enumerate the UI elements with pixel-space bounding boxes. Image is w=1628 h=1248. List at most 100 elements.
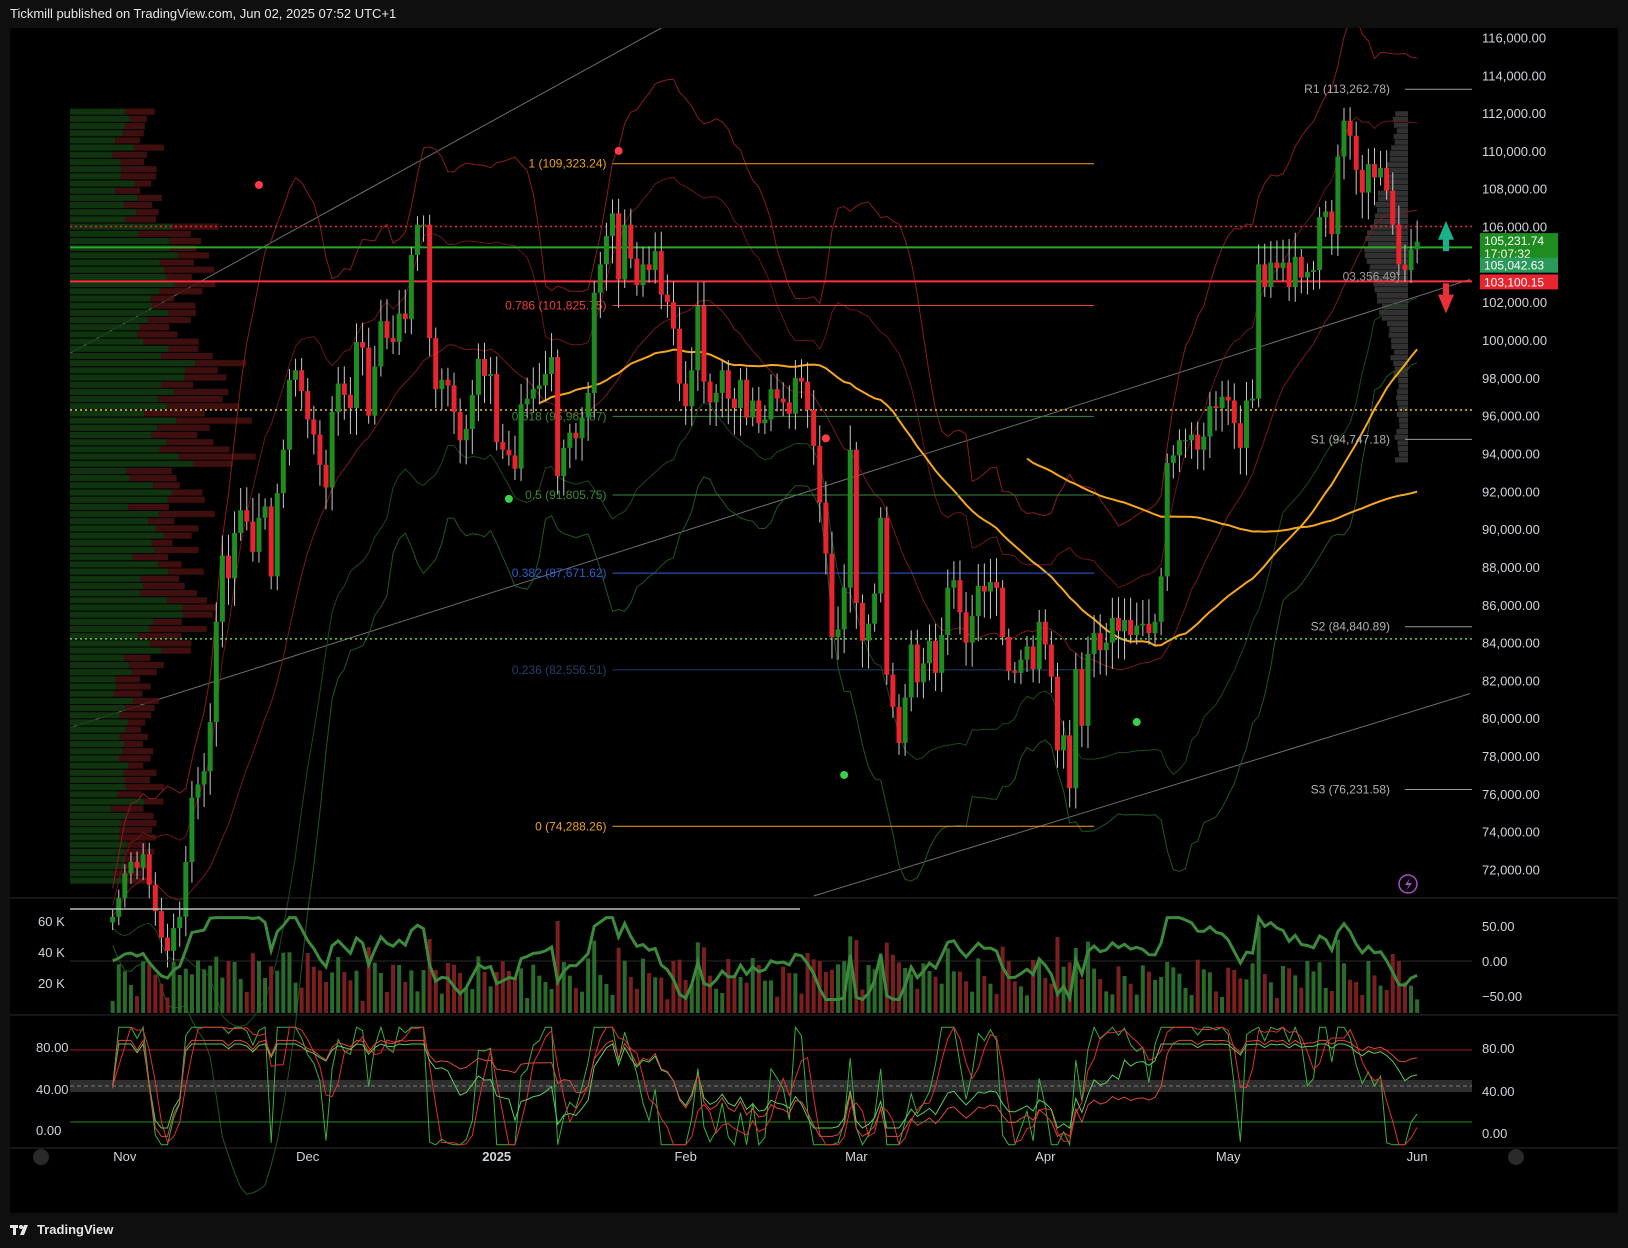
time-axis-label: Feb [674, 1149, 696, 1164]
candle-up [177, 916, 183, 929]
publish-header: Tickmill published on TradingView.com, J… [10, 6, 397, 21]
volume-profile-bar-buy [70, 403, 167, 410]
candle-up [908, 644, 914, 698]
price-tick-label: 86,000.00 [1482, 598, 1540, 613]
volume-bar [1323, 988, 1328, 1013]
session-profile-bar [1397, 389, 1408, 395]
volume-profile-bar-buy [70, 216, 126, 223]
volume-profile-bar-buy [70, 252, 179, 259]
price-tick-label: 108,000.00 [1482, 182, 1547, 197]
candle-up [488, 374, 494, 376]
chart-panel[interactable]: 116,000.00 114,000.00 112,000.00 110,000.00… [10, 28, 1618, 1213]
volume-bar [732, 974, 737, 1013]
candle-down [494, 374, 500, 443]
volume-profile-bar-buy [70, 309, 168, 316]
candle-up [421, 224, 427, 226]
volume-profile-bar-buy [70, 518, 149, 525]
volume-bar [360, 1001, 365, 1013]
candle-down [445, 379, 451, 386]
volume-profile-bar-sell [154, 546, 199, 554]
volume-bar [653, 977, 658, 1013]
fibonacci-retracement: 1 (109,323.24)0.786 (101,825.75)0.618 (9… [505, 157, 1095, 833]
candle-up [1170, 455, 1176, 463]
volume-profile-bar-buy [70, 841, 127, 848]
price-label-value: 103,100.15 [1484, 275, 1544, 289]
volume-profile-bar-buy [70, 201, 125, 209]
volume-profile-bar-buy [70, 352, 162, 360]
volume-profile-bar-buy [70, 510, 160, 518]
volume-profile-bar-buy [70, 819, 121, 827]
volume-bar [378, 973, 383, 1013]
volume-profile-bar-sell [142, 338, 199, 345]
volume-profile-bar-buy [70, 482, 154, 489]
volume-bar [1079, 979, 1084, 1013]
volume-bar [769, 980, 773, 1013]
volume-bar [1281, 966, 1286, 1013]
candle-down [384, 321, 390, 339]
volume-bar [1006, 961, 1011, 1013]
candle-down [500, 442, 506, 450]
volume-profile-bar-sell [124, 740, 143, 748]
volume-profile-bar-sell [153, 618, 182, 625]
candle-up [969, 616, 975, 643]
candle-up [1024, 646, 1030, 660]
candle-up [293, 370, 299, 380]
candle-down [1195, 434, 1201, 450]
candle-down [1371, 164, 1377, 178]
volume-bar [409, 970, 414, 1013]
candle-up [262, 506, 268, 518]
chart-canvas[interactable]: 116,000.00 114,000.00 112,000.00 110,000.00… [10, 28, 1618, 1213]
volume-profile-bar-sell [132, 554, 169, 561]
volume-profile [70, 108, 1408, 884]
candle-down [683, 383, 689, 407]
volume-bar [177, 975, 182, 1013]
volume-profile-bar-sell [159, 510, 215, 518]
volume-profile-bar-sell [122, 130, 144, 137]
price-tick-label: 110,000.00 [1482, 144, 1546, 159]
volume-bar [787, 973, 792, 1013]
volume-bar [829, 969, 834, 1013]
volume-profile-bar-sell [159, 446, 230, 453]
volume-profile-bar-sell [150, 295, 175, 302]
candle-down [859, 602, 865, 641]
pivot-label: S2 (84,840.89) [1311, 620, 1390, 634]
candle-down [250, 521, 256, 552]
bb-lower-outer [112, 362, 1418, 1195]
volume-bar [665, 999, 670, 1013]
session-profile-bar [1398, 417, 1408, 423]
alert-lightning-icon-glyph [1405, 878, 1412, 891]
session-profile-bar [1397, 445, 1408, 452]
volume-bar [1287, 968, 1292, 1013]
volume-profile-bar-sell [166, 403, 240, 410]
volume-bar [305, 953, 310, 1013]
candle-up [872, 593, 878, 624]
candle-up [213, 621, 219, 723]
session-profile-bar [1386, 162, 1408, 168]
candle-up [1207, 406, 1213, 437]
session-profile-bar [1365, 236, 1408, 242]
volume-bar [543, 982, 548, 1013]
volume-profile-bar-sell [195, 360, 247, 367]
candle-up [603, 236, 609, 265]
volume-profile-bar-buy [70, 791, 118, 798]
volume-bar [1250, 963, 1255, 1013]
volume-profile-bar-sell [125, 122, 145, 130]
candle-down [957, 580, 963, 613]
volume-profile-bar-buy [70, 503, 129, 510]
volume-bar [909, 974, 914, 1013]
candle-up [1091, 633, 1097, 654]
price-labels: 105,231.7417:07:32105,042.63103,100.15 [1480, 233, 1558, 290]
candle-down [1286, 262, 1292, 288]
volume-bar [1311, 971, 1316, 1013]
session-profile-bar [1374, 287, 1408, 293]
candle-down [670, 302, 676, 329]
candle-up [116, 897, 122, 917]
price-tick-label: 112,000.00 [1482, 106, 1546, 121]
stochastic-axis-label: 80.00 [36, 1040, 69, 1055]
volume-profile-bar-buy [70, 705, 126, 712]
volume-bar [1372, 975, 1377, 1013]
volume-bar [122, 971, 127, 1013]
time-axis-label: 2025 [482, 1149, 511, 1164]
candle-up [902, 697, 908, 743]
volume-profile-bar-buy [70, 575, 141, 582]
